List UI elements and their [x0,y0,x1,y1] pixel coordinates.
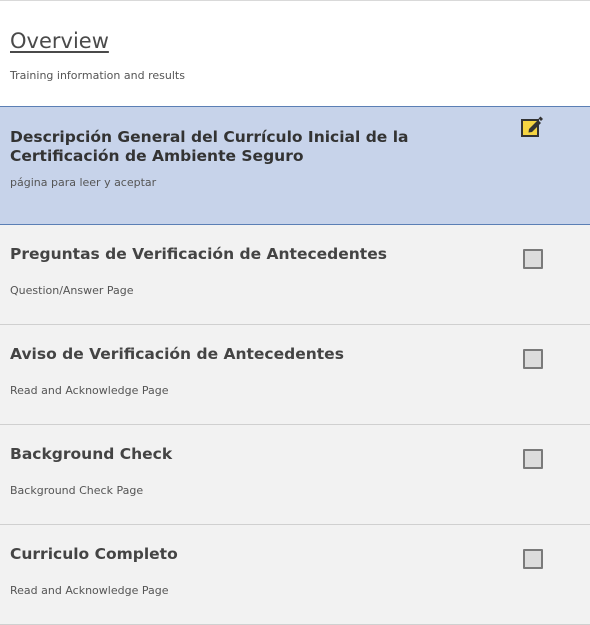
step-title: Curriculo Completo [10,545,178,563]
edit-icon[interactable] [520,115,544,139]
training-step-panel: Overview Training information and result… [0,0,590,625]
step-item-background-notice[interactable]: Aviso de Verificación de Antecedentes Re… [0,325,590,425]
step-subtitle: página para leer y aceptar [10,176,157,189]
overview-subtitle: Training information and results [10,69,185,82]
step-title: Aviso de Verificación de Antecedentes [10,345,344,363]
step-title: Preguntas de Verificación de Antecedente… [10,245,387,263]
step-item-curriculum-complete[interactable]: Curriculo Completo Read and Acknowledge … [0,525,590,625]
step-title: Background Check [10,445,173,463]
step-item-background-questions[interactable]: Preguntas de Verificación de Antecedente… [0,225,590,325]
step-subtitle: Read and Acknowledge Page [10,584,169,597]
overview-link[interactable]: Overview [10,27,109,55]
step-subtitle: Read and Acknowledge Page [10,384,169,397]
step-title: Descripción General del Currículo Inicia… [10,128,409,165]
status-checkbox [523,249,543,269]
step-item-background-check[interactable]: Background Check Background Check Page [0,425,590,525]
status-checkbox [523,549,543,569]
status-checkbox [523,349,543,369]
step-subtitle: Background Check Page [10,484,144,497]
overview-section: Overview Training information and result… [0,1,590,107]
status-checkbox [523,449,543,469]
step-item-curriculum-overview[interactable]: Descripción General del Currículo Inicia… [0,107,590,225]
step-subtitle: Question/Answer Page [10,284,134,297]
